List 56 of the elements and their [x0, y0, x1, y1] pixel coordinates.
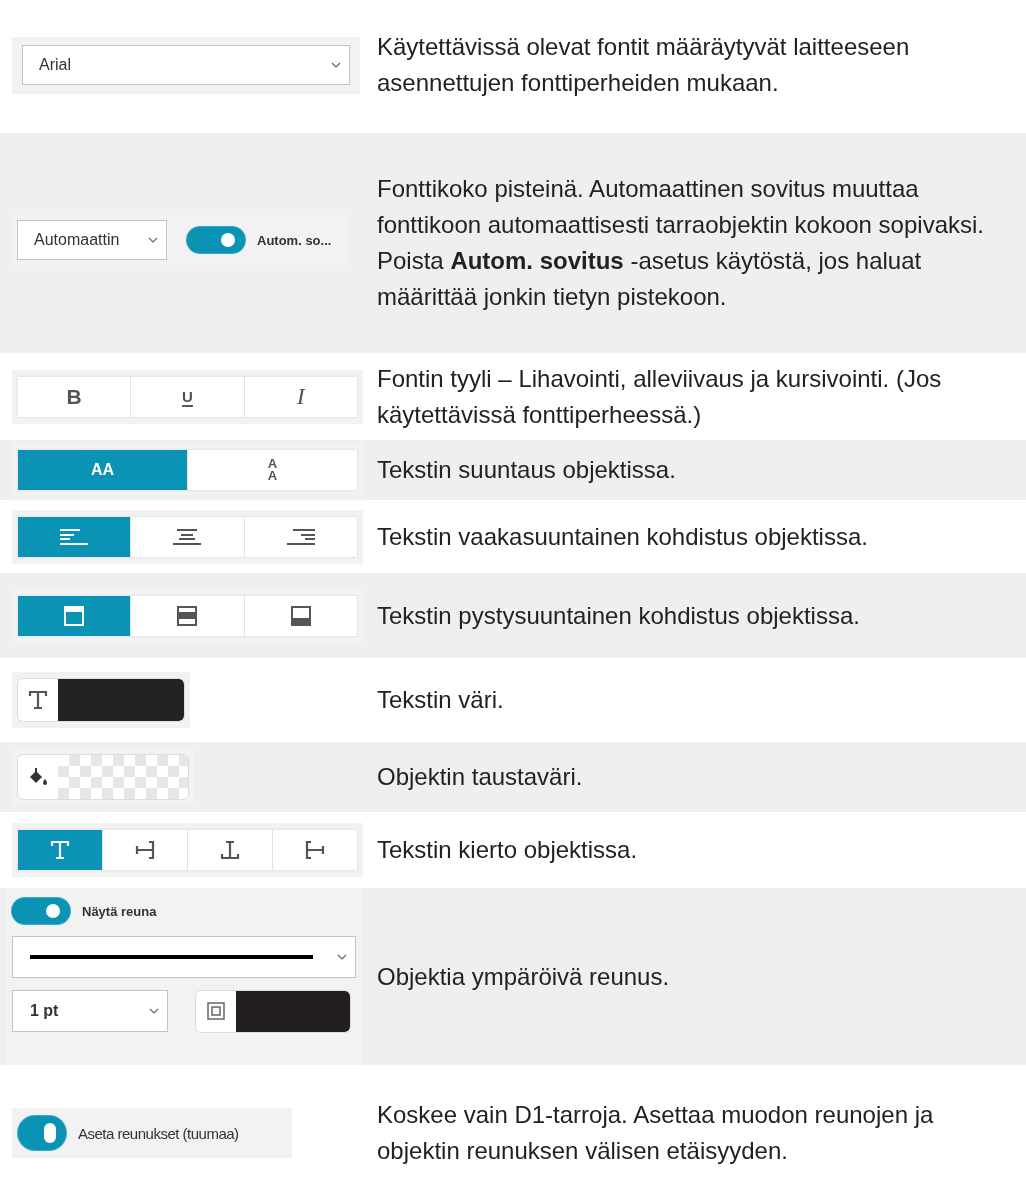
toggle-switch[interactable] — [18, 1116, 66, 1150]
rotation-button[interactable] — [273, 830, 357, 870]
description-text: Tekstin kierto objektissa. — [377, 835, 638, 865]
vertical-text-button[interactable]: AA — [188, 450, 357, 490]
align-top-icon — [64, 605, 85, 626]
rotation-button[interactable] — [188, 830, 273, 870]
border-color-picker[interactable] — [196, 990, 350, 1032]
rotation-button[interactable] — [103, 830, 188, 870]
rotation-button[interactable] — [18, 830, 103, 870]
bold-button[interactable]: B — [18, 376, 132, 417]
border-width-select[interactable]: 1 pt — [12, 990, 168, 1032]
description-text: Käytettävissä olevat fontit määräytyvät laitteeseen asennettujen fonttiperheiden mukaan. — [377, 32, 911, 98]
text-color-icon — [27, 689, 49, 711]
align-bottom-button[interactable] — [244, 595, 357, 636]
chevron-icon — [149, 1008, 159, 1014]
align-left-icon — [60, 526, 89, 547]
toggle-switch[interactable] — [187, 227, 245, 253]
horizontal-text-button[interactable]: AA — [18, 450, 188, 490]
align-left-button[interactable] — [18, 516, 132, 557]
description-text: Fonttikoko pisteinä. Automaattinen sovitus muuttaa fonttikoon automaattisesti tarraobjektin kokoon sopivaksi. Poista Autom. sovitus -asetus käytöstä, jos haluat määrittää jonkin tietyn pistekoon. — [377, 174, 985, 312]
description-text: Tekstin pystysuuntainen kohdistus objektissa. — [377, 600, 860, 631]
text-upside-down-icon — [219, 839, 241, 861]
toggle-switch[interactable] — [12, 898, 70, 924]
text-upright-icon — [49, 839, 71, 861]
description-text: Objektia ympäröivä reunus. — [377, 961, 670, 992]
align-center-icon — [173, 526, 202, 547]
description-text: Tekstin suuntaus objektissa. — [377, 455, 676, 485]
description-text: Tekstin väri. — [377, 685, 504, 715]
align-right-button[interactable] — [244, 516, 357, 557]
description-text: Koskee vain D1-tarroja. Asettaa muodon reunojen ja objektin reunuksen välisen etäisyyden. — [377, 1100, 935, 1166]
description-text: Tekstin vaakasuuntainen kohdistus objektissa. — [377, 521, 868, 552]
toggle-label: Autom. so... — [257, 232, 332, 248]
align-middle-icon — [177, 605, 198, 626]
border-icon — [207, 1002, 225, 1020]
text-color-picker[interactable] — [18, 679, 184, 721]
description-text: Fontin tyyli – Lihavointi, alleviivaus ja kursivointi. (Jos käytettävissä fonttiperheessä.) — [377, 363, 943, 430]
font-select[interactable]: Arial — [22, 45, 350, 85]
line-style-select[interactable] — [12, 936, 356, 978]
text-rotated-icon — [134, 839, 156, 861]
underline-button[interactable]: U — [131, 376, 245, 417]
text-rotated-icon — [304, 839, 326, 861]
toggle-label: Näytä reuna — [82, 903, 157, 919]
description-text: Objektin taustaväri. — [377, 762, 583, 792]
chevron-icon — [337, 954, 347, 960]
align-center-button[interactable] — [131, 516, 245, 557]
align-top-button[interactable] — [18, 595, 132, 636]
toggle-label: Aseta reunukset (tuumaa) — [78, 1124, 239, 1142]
italic-button[interactable]: I — [244, 376, 357, 417]
align-middle-button[interactable] — [131, 595, 245, 636]
align-bottom-icon — [290, 605, 311, 626]
paint-bucket-icon — [28, 768, 48, 786]
fill-color-picker[interactable] — [18, 755, 188, 799]
chevron-icon — [148, 237, 158, 243]
font-size-select[interactable]: Automaattin — [17, 220, 167, 260]
align-right-icon — [286, 526, 315, 547]
chevron-icon — [331, 62, 341, 68]
